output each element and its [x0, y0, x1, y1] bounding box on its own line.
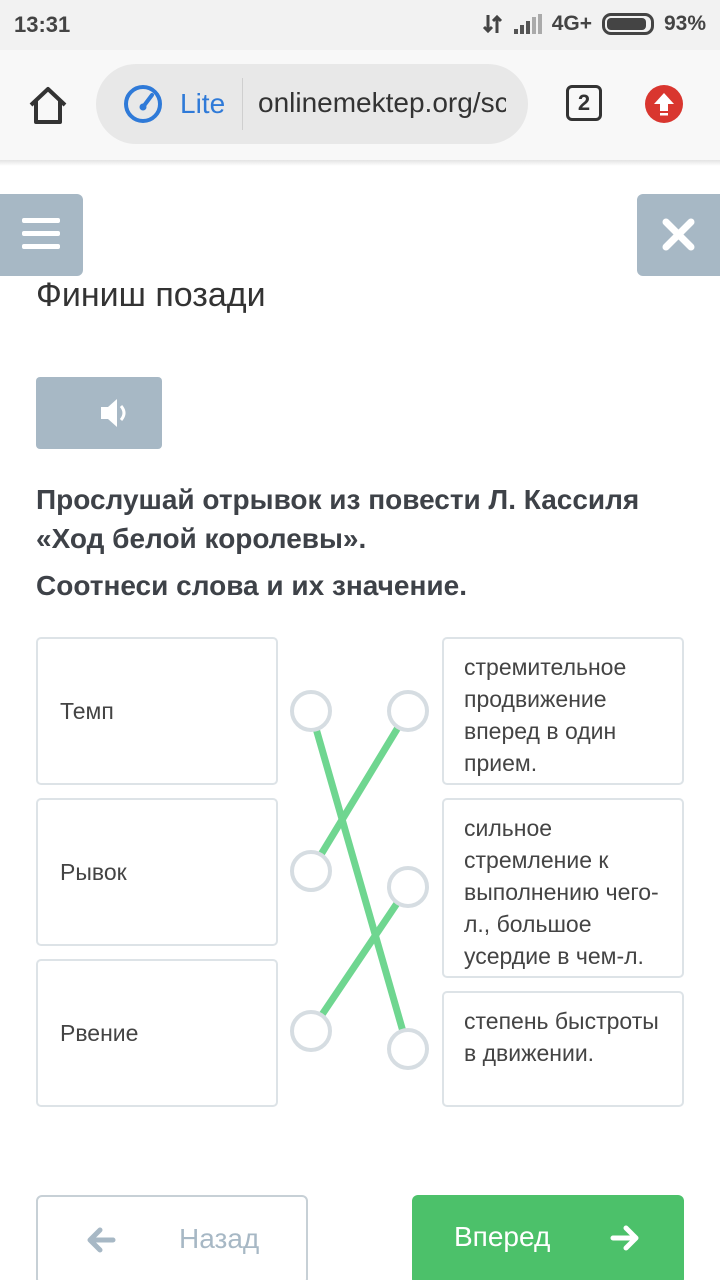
audio-play-button[interactable] — [36, 377, 162, 449]
right-handle-2[interactable] — [387, 866, 429, 908]
word-card-tempo[interactable]: Темп — [36, 637, 278, 785]
left-handle-tempo[interactable] — [290, 690, 332, 732]
data-transfer-icon — [482, 14, 502, 34]
back-label: Назад — [179, 1223, 260, 1254]
status-bar: 13:31 4G+ 93% — [0, 0, 720, 50]
match-connections — [290, 690, 429, 1070]
network-type: 4G+ — [551, 12, 592, 35]
battery-percent: 93% — [663, 12, 706, 35]
word-label: Рывок — [60, 858, 127, 885]
toolbar-shadow — [0, 160, 720, 166]
word-label: Рвение — [60, 1019, 139, 1046]
status-indicators: 4G+ 93% — [482, 12, 706, 36]
home-icon[interactable] — [26, 84, 70, 128]
meaning-card-2[interactable]: сильное стремление к выполнению чего-л.,… — [442, 798, 684, 978]
status-time: 13:31 — [14, 12, 71, 37]
signal-icon — [513, 14, 542, 34]
task-subinstruction: Соотнеси слова и их значение. — [36, 570, 467, 601]
task-instruction: Прослушай отрывок из повести Л. Кассиля … — [36, 484, 640, 554]
arrow-right-icon — [610, 1225, 639, 1251]
url-divider — [242, 78, 243, 130]
update-button[interactable] — [645, 85, 683, 123]
meaning-text: стремительное продвижение вперед в один … — [464, 654, 627, 776]
meaning-text: степень быстроты в движении. — [464, 1008, 659, 1066]
address-bar[interactable]: Lite onlinemektep.org/sc — [96, 64, 528, 144]
close-button[interactable] — [637, 194, 720, 276]
right-handle-3[interactable] — [387, 1028, 429, 1070]
left-handle-ryvok[interactable] — [290, 850, 332, 892]
right-handle-1[interactable] — [387, 690, 429, 732]
arrow-left-icon — [87, 1227, 116, 1253]
back-button[interactable]: Назад — [36, 1195, 308, 1280]
word-card-ryvok[interactable]: Рывок — [36, 798, 278, 946]
page-title: Финиш позади — [36, 276, 266, 314]
meaning-card-3[interactable]: степень быстроты в движении. — [442, 991, 684, 1107]
url-text[interactable]: onlinemektep.org/sc — [258, 87, 506, 119]
word-card-rvenie[interactable]: Рвение — [36, 959, 278, 1107]
speedometer-icon — [124, 85, 162, 123]
close-icon — [662, 218, 695, 251]
lite-label: Lite — [180, 88, 226, 119]
left-handle-rvenie[interactable] — [290, 1010, 332, 1052]
browser-toolbar: Lite onlinemektep.org/sc 2 — [0, 50, 720, 160]
arrow-up-icon — [654, 93, 674, 116]
next-label: Вперед — [454, 1221, 551, 1252]
tabs-button[interactable]: 2 — [566, 85, 602, 121]
match-line-ryvok — [308, 709, 411, 873]
speaker-icon — [101, 399, 126, 427]
menu-button[interactable] — [0, 194, 83, 276]
word-label: Темп — [60, 697, 114, 724]
meaning-card-1[interactable]: стремительное продвижение вперед в один … — [442, 637, 684, 785]
next-button[interactable]: Вперед — [412, 1195, 684, 1280]
battery-icon — [601, 13, 654, 35]
meaning-text: сильное стремление к выполнению чего-л.,… — [464, 815, 659, 969]
